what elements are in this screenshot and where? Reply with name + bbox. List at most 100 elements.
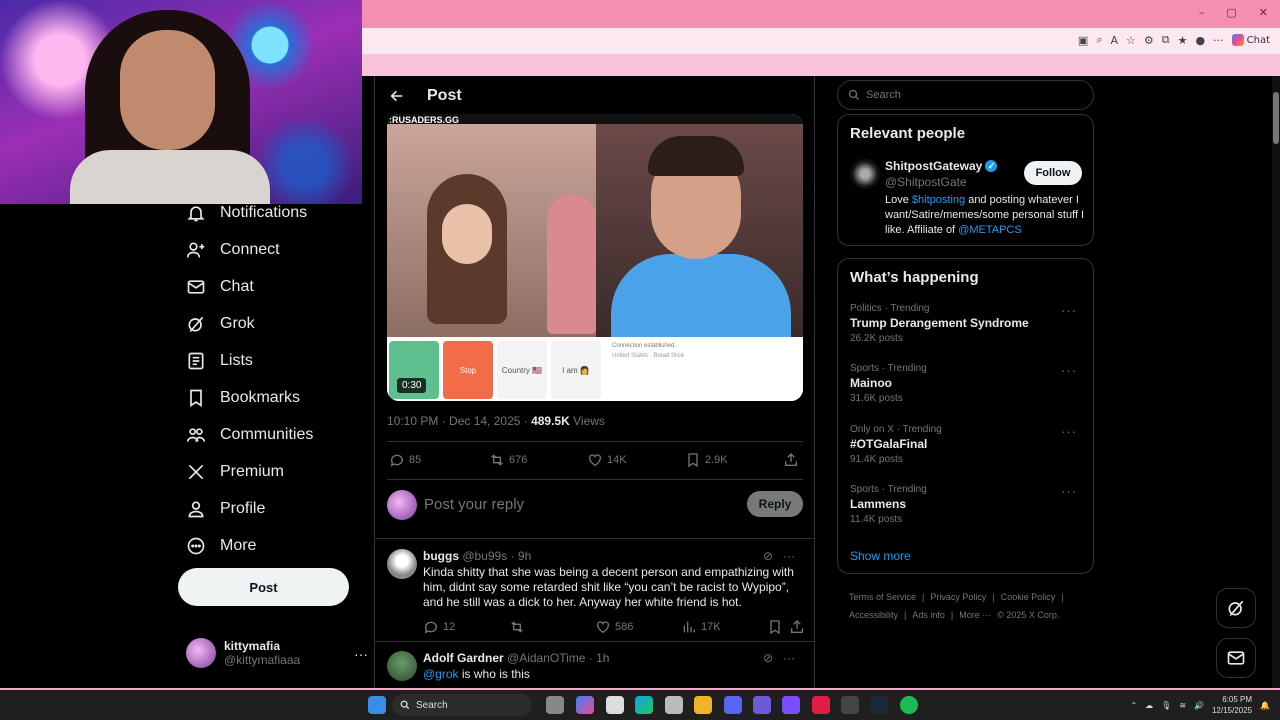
notifications-icon[interactable]: 🔔 [1260, 701, 1270, 710]
microphone-icon[interactable]: 🎙 [1161, 701, 1171, 710]
comment-author[interactable]: Adolf Gardner [423, 651, 504, 665]
footer-link[interactable]: Ads info [912, 610, 945, 620]
reader-icon[interactable]: ▣ [1078, 34, 1088, 47]
extensions-icon[interactable]: ⚙ [1144, 34, 1154, 47]
favorites-icon[interactable]: ★ [1178, 34, 1188, 47]
messages-floating-button[interactable] [1216, 638, 1256, 678]
back-arrow-icon[interactable] [389, 88, 405, 104]
footer-link[interactable]: Privacy Policy [930, 592, 986, 602]
discord-app-icon[interactable] [724, 696, 742, 714]
trend-item[interactable]: Politics · Trending Trump Derangement Sy… [850, 303, 1083, 344]
views-action[interactable]: 17K [681, 619, 721, 635]
more-icon[interactable]: ··· [1061, 363, 1077, 378]
reply-action[interactable]: 12 [423, 619, 455, 635]
chat-app-icon[interactable] [753, 696, 771, 714]
follow-button[interactable]: Follow [1024, 161, 1082, 185]
video-chat-text: Connection established. [612, 343, 677, 349]
trend-item[interactable]: Sports · Trending Lammens 11.4K posts ··… [850, 484, 1083, 525]
nav-premium[interactable]: Premium [186, 462, 284, 482]
alien-app-icon[interactable] [606, 696, 624, 714]
clock[interactable]: 6:05 PM 12/15/2025 [1212, 694, 1252, 716]
nav-communities[interactable]: Communities [186, 425, 313, 445]
comment[interactable]: buggs @bu99s · 9h ⊘ ··· Kinda shitty tha… [387, 549, 803, 635]
search-input[interactable]: Search [837, 80, 1094, 110]
nav-notifications[interactable]: Notifications [186, 203, 307, 223]
bio-link[interactable]: $hitposting [912, 194, 965, 206]
more-icon[interactable]: ··· [783, 549, 795, 563]
start-button[interactable] [368, 696, 386, 714]
like-action[interactable]: 14K [587, 452, 627, 468]
nav-chat[interactable]: Chat [186, 277, 254, 297]
file-explorer-icon[interactable] [694, 696, 712, 714]
comment-author[interactable]: buggs [423, 549, 459, 563]
bookmark-action[interactable] [767, 619, 783, 635]
footer-link[interactable]: Accessibility [849, 610, 898, 620]
nav-connect[interactable]: Connect [186, 240, 280, 260]
trend-item[interactable]: Only on X · Trending #OTGalaFinal 91.4K … [850, 424, 1083, 465]
more-icon[interactable]: ··· [1061, 303, 1077, 318]
page-scrollbar[interactable] [1272, 76, 1280, 688]
onedrive-icon[interactable]: ☁ [1145, 701, 1153, 710]
footer-link[interactable]: Terms of Service [849, 592, 916, 602]
steam-app-icon[interactable] [870, 696, 888, 714]
repost-action[interactable] [509, 619, 525, 635]
store-app-icon[interactable] [665, 696, 683, 714]
show-more-link[interactable]: Show more [850, 549, 911, 563]
scrollbar-thumb[interactable] [1273, 92, 1279, 144]
grok-floating-button[interactable] [1216, 588, 1256, 628]
favorite-star-icon[interactable]: ☆ [1126, 34, 1136, 47]
bio-link[interactable]: @METAPCS [958, 224, 1022, 236]
post-video[interactable]: :RUSADERS.GG Stop Country 🇺🇸 I am 👩 Conn… [387, 114, 803, 401]
account-more-icon[interactable]: ··· [354, 646, 368, 662]
profile-icon[interactable]: ● [1196, 34, 1206, 47]
view-count: 17K [701, 621, 721, 633]
nav-profile[interactable]: Profile [186, 499, 265, 519]
zoom-icon[interactable]: ⌕ [1096, 33, 1102, 47]
like-action[interactable]: 586 [595, 619, 633, 635]
comment[interactable]: Adolf Gardner @AidanOTime · 1h ⊘ ··· @gr… [387, 651, 803, 687]
more-icon[interactable]: ··· [783, 651, 795, 665]
address-bar[interactable]: ▣ ⌕ A ☆ ⚙ ⧉ ★ ● ··· Chat [360, 28, 1280, 54]
red-app-icon[interactable] [812, 696, 830, 714]
account-switcher[interactable]: kittymafia @kittymafiaaa ··· [186, 638, 368, 668]
split-screen-icon[interactable]: ⧉ [1162, 33, 1170, 47]
footer-link[interactable]: Cookie Policy [1001, 592, 1056, 602]
reply-input[interactable]: Post your reply [424, 496, 524, 513]
copilot-chat-button[interactable]: Chat [1231, 34, 1270, 46]
task-view-icon[interactable] [546, 696, 564, 714]
nav-grok[interactable]: Grok [186, 314, 255, 334]
more-icon[interactable]: ··· [1061, 424, 1077, 439]
reply-action[interactable]: 85 [389, 452, 421, 468]
edge-app-icon[interactable] [635, 696, 653, 714]
reply-button[interactable]: Reply [747, 491, 803, 517]
read-aloud-icon[interactable]: A [1111, 34, 1119, 47]
browser-menu-icon[interactable]: ··· [1213, 34, 1224, 47]
nav-lists[interactable]: Lists [186, 351, 253, 371]
grok-icon[interactable]: ⊘ [763, 549, 773, 563]
nav-bookmarks[interactable]: Bookmarks [186, 388, 300, 408]
twitch-app-icon[interactable] [782, 696, 800, 714]
obs-app-icon[interactable] [841, 696, 859, 714]
trend-item[interactable]: Sports · Trending Mainoo 31.6K posts ··· [850, 363, 1083, 404]
wifi-icon[interactable]: ≋ [1179, 701, 1186, 710]
minimize-button[interactable]: – [1199, 6, 1205, 19]
maximize-button[interactable]: ▢ [1226, 6, 1236, 19]
close-button[interactable]: ✕ [1259, 6, 1268, 19]
taskbar-search[interactable]: Search [392, 694, 532, 716]
nav-more[interactable]: More [186, 536, 256, 556]
bookmark-action[interactable]: 2.9K [685, 452, 728, 468]
spotify-app-icon[interactable] [900, 696, 918, 714]
share-action[interactable] [789, 619, 805, 635]
volume-icon[interactable]: 🔊 [1194, 701, 1204, 710]
more-icon[interactable]: ··· [1061, 484, 1077, 499]
repost-action[interactable]: 676 [489, 452, 527, 468]
avatar[interactable] [850, 159, 880, 189]
footer-link[interactable]: More ··· [959, 610, 991, 620]
chevron-up-icon[interactable]: ⌃ [1130, 701, 1137, 710]
copilot-app-icon[interactable] [576, 696, 594, 714]
mention-link[interactable]: @grok [423, 667, 459, 681]
grok-icon[interactable]: ⊘ [763, 651, 773, 665]
share-action[interactable] [783, 452, 799, 468]
post-button[interactable]: Post [178, 568, 349, 606]
person-name[interactable]: ShitpostGateway ✓ [885, 159, 998, 173]
